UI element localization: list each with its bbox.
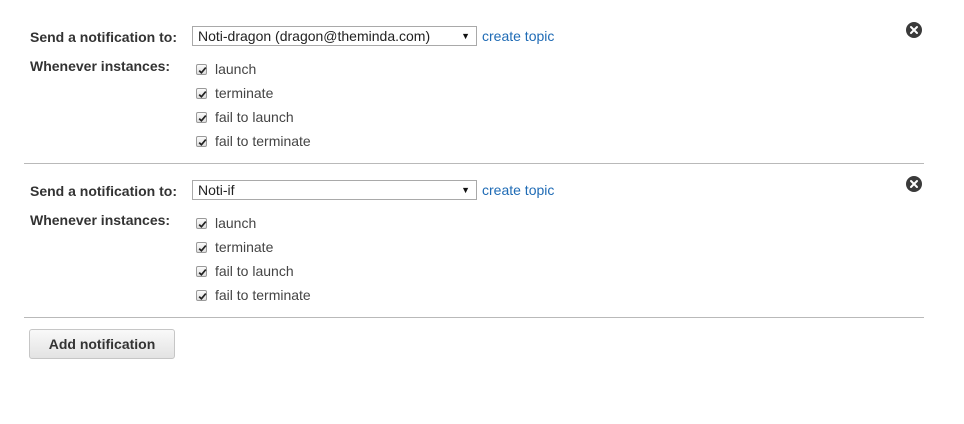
chevron-down-icon: ▼ xyxy=(461,31,470,41)
chevron-down-icon: ▼ xyxy=(461,185,470,195)
topic-select-value: Noti-dragon (dragon@theminda.com) xyxy=(198,28,431,44)
create-topic-link[interactable]: create topic xyxy=(482,182,554,198)
launch-checkbox[interactable] xyxy=(196,217,207,229)
fail-to-launch-checkbox[interactable] xyxy=(196,265,207,277)
fail-to-terminate-checkbox[interactable] xyxy=(196,135,207,147)
notification-block: Send a notification to: Noti-if ▼ create… xyxy=(24,176,924,318)
notification-block: Send a notification to: Noti-dragon (dra… xyxy=(24,22,924,164)
terminate-checkbox[interactable] xyxy=(196,87,207,99)
option-fail-to-launch: fail to launch xyxy=(196,109,294,125)
checkmark-icon xyxy=(198,138,207,146)
checkmark-icon xyxy=(198,90,207,98)
option-fail-to-launch: fail to launch xyxy=(196,263,294,279)
checkmark-icon xyxy=(198,244,207,252)
option-terminate: terminate xyxy=(196,85,273,101)
checkmark-icon xyxy=(198,292,207,300)
checkmark-icon xyxy=(198,220,207,228)
fail-to-terminate-checkbox[interactable] xyxy=(196,289,207,301)
close-circle-icon xyxy=(910,26,918,34)
option-terminate: terminate xyxy=(196,239,273,255)
whenever-instances-label: Whenever instances: xyxy=(30,58,171,74)
launch-checkbox[interactable] xyxy=(196,63,207,75)
send-notification-label: Send a notification to: xyxy=(30,183,177,199)
fail-to-terminate-label: fail to terminate xyxy=(215,133,311,149)
checkmark-icon xyxy=(198,66,207,74)
fail-to-launch-label: fail to launch xyxy=(215,263,294,279)
launch-label: launch xyxy=(215,61,257,77)
option-launch: launch xyxy=(196,61,256,77)
topic-select-value: Noti-if xyxy=(198,182,235,198)
fail-to-launch-checkbox[interactable] xyxy=(196,111,207,123)
close-circle-icon xyxy=(910,180,918,188)
remove-notification-button[interactable] xyxy=(906,22,922,38)
whenever-instances-label: Whenever instances: xyxy=(30,212,171,228)
fail-to-launch-label: fail to launch xyxy=(215,109,294,125)
topic-select[interactable]: Noti-dragon (dragon@theminda.com) ▼ xyxy=(192,26,477,46)
topic-select[interactable]: Noti-if ▼ xyxy=(192,180,477,200)
option-launch: launch xyxy=(196,215,256,231)
remove-notification-button[interactable] xyxy=(906,176,922,192)
fail-to-terminate-label: fail to terminate xyxy=(215,287,311,303)
divider xyxy=(24,163,924,164)
create-topic-link[interactable]: create topic xyxy=(482,28,554,44)
add-notification-button[interactable]: Add notification xyxy=(29,329,175,359)
terminate-label: terminate xyxy=(215,85,274,101)
terminate-checkbox[interactable] xyxy=(196,241,207,253)
checkmark-icon xyxy=(198,268,207,276)
option-fail-to-terminate: fail to terminate xyxy=(196,287,311,303)
option-fail-to-terminate: fail to terminate xyxy=(196,133,311,149)
launch-label: launch xyxy=(215,215,257,231)
terminate-label: terminate xyxy=(215,239,274,255)
send-notification-label: Send a notification to: xyxy=(30,29,177,45)
checkmark-icon xyxy=(198,114,207,122)
divider xyxy=(24,317,924,318)
